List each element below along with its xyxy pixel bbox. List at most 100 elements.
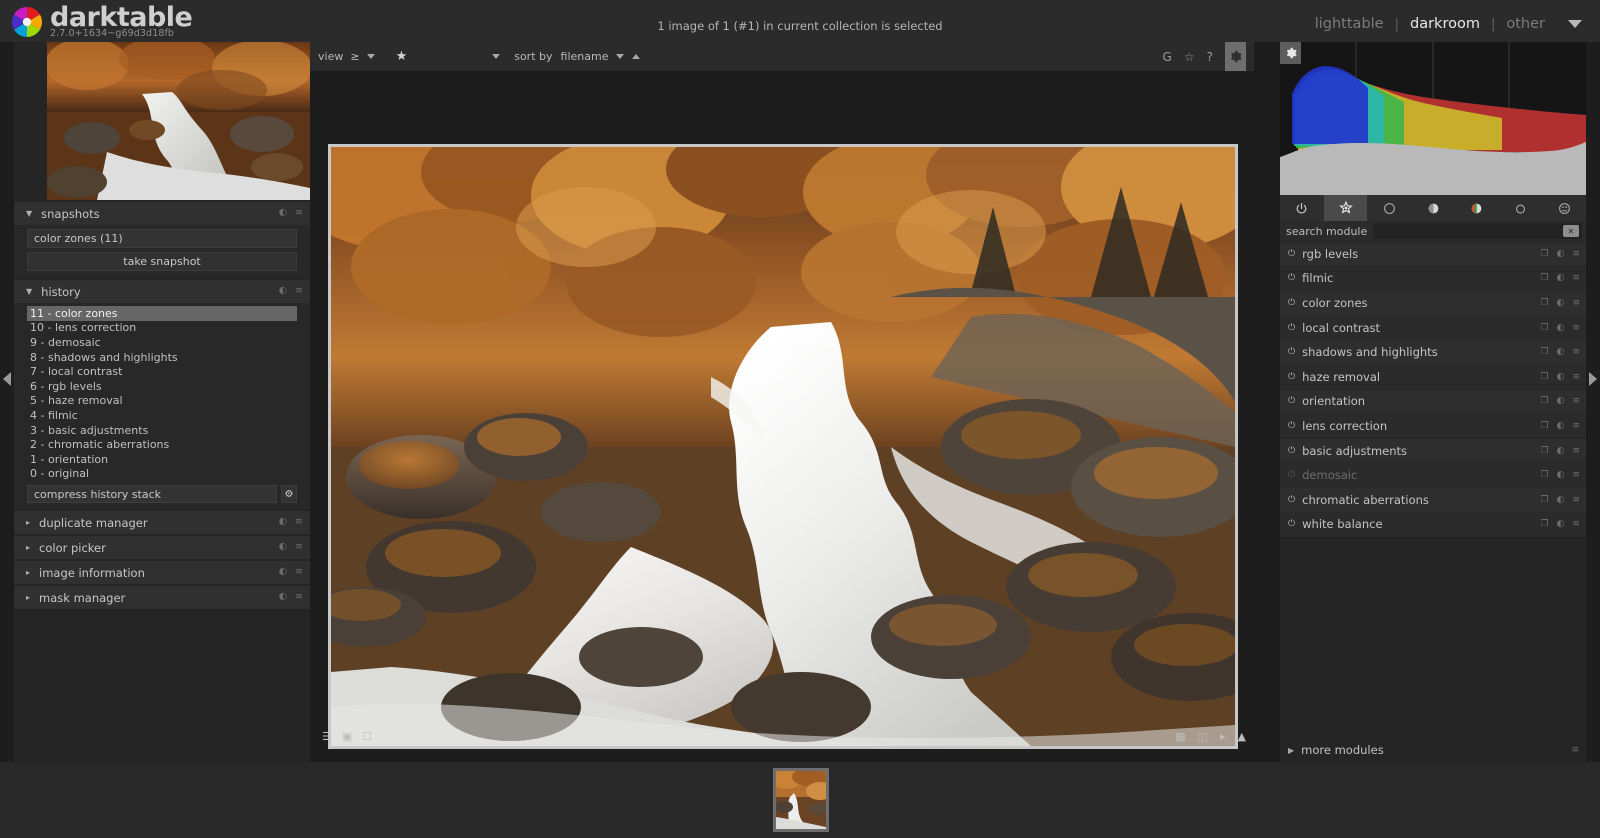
power-icon[interactable]: ⏻ xyxy=(1288,249,1295,259)
module-row[interactable]: ⏻ lens correction ❐ ◐ ≡ xyxy=(1280,414,1586,439)
group-tab-correction[interactable] xyxy=(1499,195,1543,221)
reset-icon[interactable]: ◐ xyxy=(1557,495,1565,505)
reset-icon[interactable]: ◐ xyxy=(1557,519,1565,529)
section-header-color-picker[interactable]: ▸ color picker ◐ ≡ xyxy=(14,536,310,560)
reset-icon[interactable]: ◐ xyxy=(1557,372,1565,382)
module-row[interactable]: ⏻ haze removal ❐ ◐ ≡ xyxy=(1280,364,1586,390)
presets-icon[interactable]: ≡ xyxy=(1572,347,1580,357)
multi-instance-icon[interactable]: ❐ xyxy=(1541,470,1549,480)
reset-icon[interactable]: ◐ xyxy=(1557,421,1565,431)
multi-instance-icon[interactable]: ❐ xyxy=(1541,323,1549,333)
reset-icon[interactable]: ◐ xyxy=(1557,396,1565,406)
reset-icon[interactable]: ◐ xyxy=(279,207,287,219)
group-tab-effects[interactable] xyxy=(1542,195,1586,221)
presets-icon[interactable]: ≡ xyxy=(1572,372,1580,382)
power-icon[interactable]: ⏻ xyxy=(1288,273,1295,283)
history-item[interactable]: 1 - orientation xyxy=(27,452,297,467)
reset-icon[interactable]: ◐ xyxy=(279,566,287,578)
more-modules-row[interactable]: ▶ more modules ≡ xyxy=(1280,740,1586,760)
power-icon[interactable]: ⏻ xyxy=(1288,446,1295,456)
module-row[interactable]: ⏻ local contrast ❐ ◐ ≡ xyxy=(1280,315,1586,341)
compress-history-button[interactable]: compress history stack xyxy=(27,485,277,504)
chevron-down-icon[interactable] xyxy=(366,54,375,59)
snapshot-entry[interactable]: color zones (11) xyxy=(27,229,297,248)
presets-icon[interactable]: ≡ xyxy=(295,591,303,603)
gamut-icon[interactable]: ▲ xyxy=(1238,731,1246,743)
multi-instance-icon[interactable]: ❐ xyxy=(1541,249,1549,259)
module-row[interactable]: ⏻ basic adjustments ❐ ◐ ≡ xyxy=(1280,438,1586,464)
group-tab-active-modules[interactable] xyxy=(1280,195,1324,221)
multi-instance-icon[interactable]: ❐ xyxy=(1541,273,1549,283)
presets-icon[interactable]: ≡ xyxy=(1572,421,1580,431)
group-tab-favorites[interactable] xyxy=(1323,195,1368,221)
gear-icon[interactable] xyxy=(1225,42,1246,71)
multi-instance-icon[interactable]: ❐ xyxy=(1541,446,1549,456)
histogram-settings-icon[interactable] xyxy=(1280,42,1301,64)
history-item[interactable]: 9 - demosaic xyxy=(27,335,297,350)
module-row[interactable]: ⏻ demosaic ❐ ◐ ≡ xyxy=(1280,463,1586,488)
presets-icon[interactable]: ≡ xyxy=(1572,495,1580,505)
presets-icon[interactable]: ≡ xyxy=(295,207,303,219)
presets-icon[interactable]: ≡ xyxy=(295,541,303,553)
left-panel-collapse-handle[interactable] xyxy=(0,42,14,762)
group-tab-technical[interactable] xyxy=(1367,195,1411,221)
take-snapshot-button[interactable]: take snapshot xyxy=(27,252,297,271)
reset-icon[interactable]: ◐ xyxy=(279,591,287,603)
list-icon[interactable]: ☰ xyxy=(322,731,332,743)
section-header-mask-manager[interactable]: ▸ mask manager ◐ ≡ xyxy=(14,586,310,610)
fullscreen-icon[interactable]: ⛶ xyxy=(289,187,297,198)
reset-icon[interactable]: ◐ xyxy=(1557,298,1565,308)
history-item[interactable]: 5 - haze removal xyxy=(27,394,297,409)
presets-icon[interactable]: ≡ xyxy=(1572,249,1580,259)
presets-icon[interactable]: ≡ xyxy=(1572,323,1580,333)
sort-by-value[interactable]: filename xyxy=(561,50,609,63)
power-icon[interactable]: ⏻ xyxy=(1288,347,1295,357)
history-item[interactable]: 4 - filmic xyxy=(27,408,297,423)
section-header-snapshots[interactable]: ▼ snapshots ◐ ≡ xyxy=(14,202,310,225)
history-duplicate-icon[interactable]: ⚙ xyxy=(281,485,297,504)
chevron-down-icon[interactable] xyxy=(616,54,625,59)
presets-icon[interactable]: ≡ xyxy=(1572,298,1580,308)
presets-icon[interactable]: ≡ xyxy=(295,516,303,528)
module-row[interactable]: ⏻ filmic ❐ ◐ ≡ xyxy=(1280,266,1586,292)
presets-icon[interactable]: ≡ xyxy=(1572,273,1580,283)
view-lighttable[interactable]: lighttable xyxy=(1315,16,1384,32)
history-item[interactable]: 2 - chromatic aberrations xyxy=(27,437,297,452)
reset-icon[interactable]: ◐ xyxy=(279,541,287,553)
clear-icon[interactable]: ✕ xyxy=(1563,225,1579,237)
power-icon[interactable]: ⏻ xyxy=(1288,495,1295,505)
chevron-down-icon[interactable] xyxy=(492,54,501,59)
reset-icon[interactable]: ◐ xyxy=(1557,446,1565,456)
search-module-input[interactable]: ✕ xyxy=(1373,223,1582,239)
power-icon[interactable]: ⏻ xyxy=(1288,470,1295,480)
module-row[interactable]: ⏻ rgb levels ❐ ◐ ≡ xyxy=(1280,242,1586,267)
reset-icon[interactable]: ◐ xyxy=(1557,347,1565,357)
presets-icon[interactable]: ≡ xyxy=(1571,745,1579,755)
multi-instance-icon[interactable]: ❐ xyxy=(1541,372,1549,382)
right-panel-collapse-handle[interactable] xyxy=(1586,42,1600,762)
history-item[interactable]: 8 - shadows and highlights xyxy=(27,350,297,365)
grouping-icon[interactable]: G xyxy=(1163,50,1172,64)
histogram-icon[interactable]: ▦ xyxy=(1175,731,1185,743)
reset-icon[interactable]: ◐ xyxy=(1557,273,1565,283)
profile-icon[interactable]: ◫ xyxy=(1198,731,1208,743)
help-icon[interactable]: ? xyxy=(1207,50,1213,64)
multi-instance-icon[interactable]: ❐ xyxy=(1541,421,1549,431)
module-row[interactable]: ⏻ chromatic aberrations ❐ ◐ ≡ xyxy=(1280,487,1586,513)
multi-instance-icon[interactable]: ❐ xyxy=(1541,298,1549,308)
history-item[interactable]: 3 - basic adjustments xyxy=(27,423,297,438)
reset-icon[interactable]: ◐ xyxy=(1557,249,1565,259)
presets-icon[interactable]: ≡ xyxy=(1572,519,1580,529)
presets-icon[interactable]: ≡ xyxy=(295,566,303,578)
edited-photo[interactable] xyxy=(331,147,1235,746)
power-icon[interactable]: ⏻ xyxy=(1288,421,1295,431)
power-icon[interactable]: ⏻ xyxy=(1288,298,1295,308)
presets-icon[interactable]: ≡ xyxy=(1572,446,1580,456)
module-row[interactable]: ⏻ orientation ❐ ◐ ≡ xyxy=(1280,389,1586,415)
presets-icon[interactable]: ≡ xyxy=(295,285,303,297)
chevron-down-icon[interactable] xyxy=(1568,20,1582,28)
chevron-down-icon[interactable]: ▾ xyxy=(301,187,307,198)
group-tab-color[interactable] xyxy=(1455,195,1499,221)
filmstrip[interactable] xyxy=(0,762,1600,838)
sort-direction-icon[interactable] xyxy=(632,54,641,59)
